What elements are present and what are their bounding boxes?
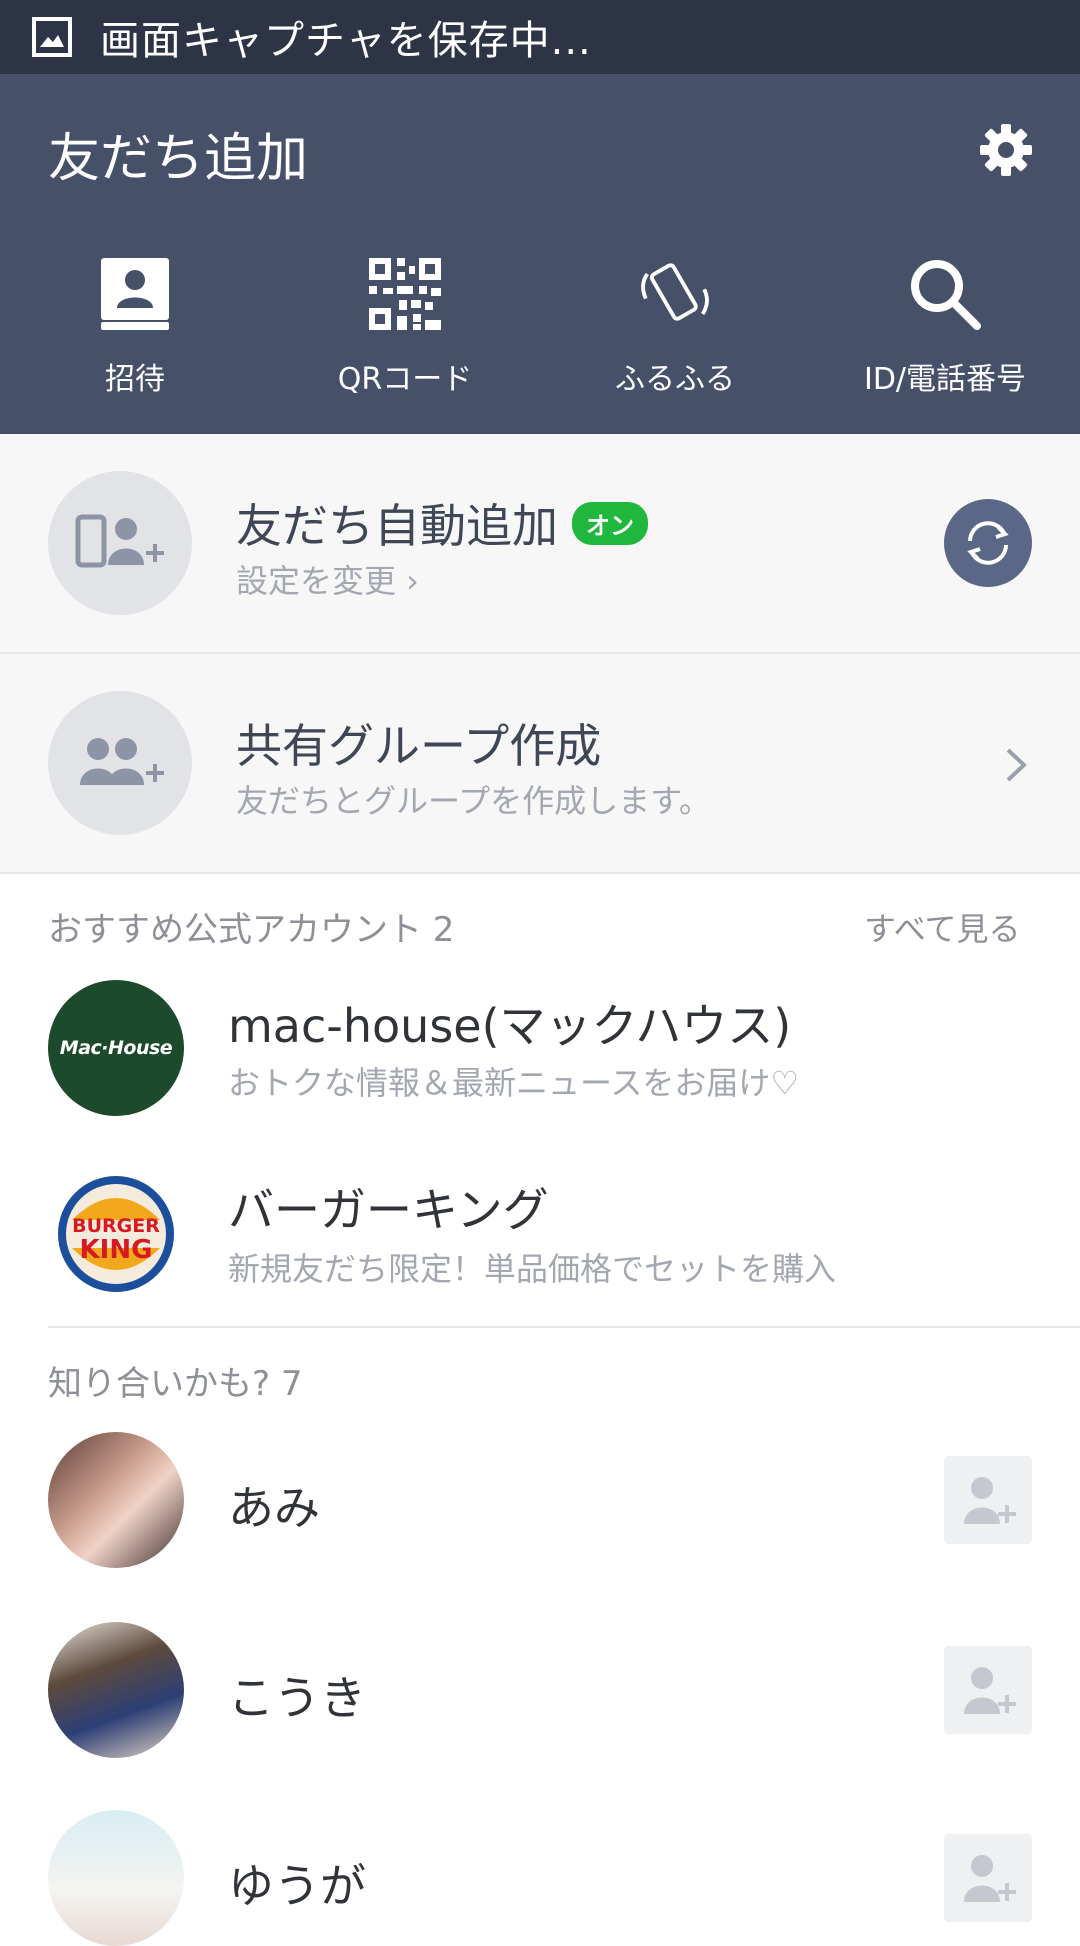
add-friend-button[interactable] (944, 1834, 1032, 1922)
burgerking-logo: BURGER KING (48, 1166, 184, 1302)
shared-group-row[interactable]: 共有グループ作成 友だちとグループを作成します。 (0, 654, 1080, 872)
menu-label: ふるふる (615, 362, 735, 397)
user-add-icon (964, 1855, 1016, 1902)
shared-group-title: 共有グループ作成 (236, 719, 602, 773)
menu-item-id-search[interactable]: ID/電話番号 (810, 254, 1080, 404)
avatar (48, 1432, 184, 1568)
divider (0, 872, 1080, 874)
auto-add-row[interactable]: 友だち自動追加 オン 設定を変更 › (0, 434, 1080, 652)
official-section-label: おすすめ公式アカウント 2 (48, 910, 455, 950)
sync-button[interactable] (944, 499, 1032, 587)
user-add-icon (964, 1477, 1016, 1524)
add-method-menu: 招待 QRコード ふるふる ID/電話番号 (0, 254, 1080, 404)
auto-add-settings-link[interactable]: 設定を変更 › (236, 556, 419, 602)
shared-group-subtitle: 友だちとグループを作成します。 (236, 782, 711, 820)
avatar (48, 1622, 184, 1758)
menu-label: QRコード (337, 362, 473, 397)
machouse-logo-text: Mac·House (59, 1037, 173, 1059)
menu-label: 招待 (105, 362, 165, 397)
official-account-desc: おトクな情報＆最新ニュースをお届け♡ (228, 1064, 800, 1102)
friend-name: こうき (228, 1671, 366, 1725)
divider (48, 1326, 1080, 1328)
auto-add-title-text: 友だち自動追加 (236, 499, 558, 553)
add-friend-button[interactable] (944, 1646, 1032, 1734)
phone-user-add-icon (48, 471, 192, 615)
group-add-icon (48, 691, 192, 835)
contact-book-icon (95, 254, 175, 334)
header: 友だち追加 招待 QRコード ふるふる ID/電話番号 (0, 74, 1080, 434)
chevron-right-icon (1004, 746, 1028, 788)
user-add-icon (964, 1667, 1016, 1714)
official-account-name: mac-house(マックハウス) (228, 999, 792, 1053)
burgerking-logo-text: BURGER (72, 1215, 160, 1237)
official-account-desc: 新規友だち限定！単品価格でセットを購入 (228, 1250, 837, 1288)
menu-item-shake[interactable]: ふるふる (540, 254, 810, 404)
menu-item-invite[interactable]: 招待 (0, 254, 270, 404)
svg-text:KING: KING (80, 1235, 153, 1265)
add-friend-button[interactable] (944, 1456, 1032, 1544)
menu-item-qr[interactable]: QRコード (270, 254, 540, 404)
qr-code-icon (365, 254, 445, 334)
see-all-link[interactable]: すべて見る (864, 904, 1020, 950)
gear-icon[interactable] (978, 122, 1034, 178)
status-badge: オン (572, 502, 648, 545)
avatar (48, 1810, 184, 1946)
image-icon (32, 17, 72, 57)
machouse-logo: Mac·House (48, 980, 184, 1116)
search-icon (905, 254, 985, 334)
status-text: 画面キャプチャを保存中... (100, 18, 592, 64)
page-title: 友だち追加 (48, 129, 309, 189)
sync-icon (967, 521, 1009, 565)
menu-label: ID/電話番号 (863, 362, 1027, 397)
friend-name: あみ (228, 1481, 320, 1535)
official-account-name: バーガーキング (228, 1183, 549, 1237)
friend-name: ゆうが (228, 1859, 366, 1913)
shake-phone-icon (635, 254, 715, 334)
status-bar: 画面キャプチャを保存中... (0, 0, 1080, 74)
auto-add-title: 友だち自動追加 オン (236, 490, 648, 556)
suggest-section-label: 知り合いかも? 7 (48, 1364, 303, 1404)
